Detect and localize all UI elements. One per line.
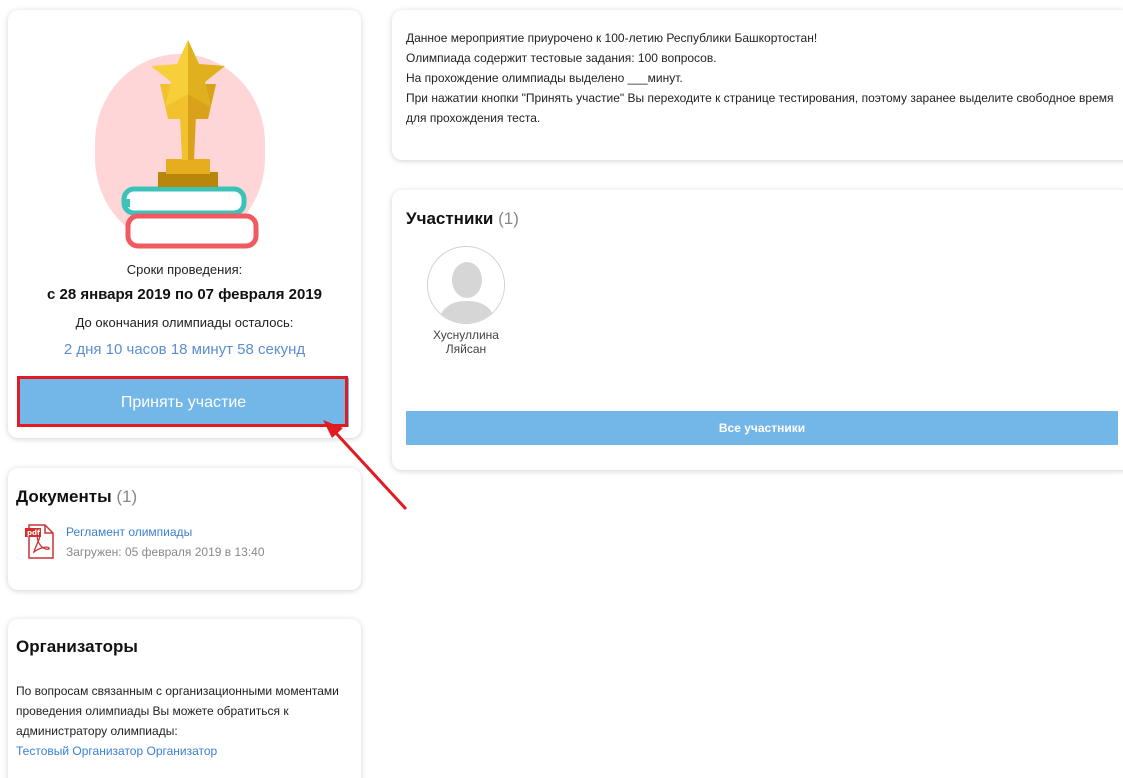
info-line: На прохождение олимпиады выделено ___мин… — [406, 71, 683, 85]
participants-count: (1) — [498, 209, 519, 228]
trophy-icon — [121, 40, 259, 249]
documents-title: Документы (1) — [16, 487, 137, 507]
user-placeholder-icon — [428, 247, 504, 323]
organizers-text: По вопросам связанным с организационными… — [16, 681, 346, 761]
organizer-link[interactable]: Тестовый Организатор Организатор — [16, 744, 217, 758]
document-link[interactable]: Регламент олимпиады — [66, 525, 192, 539]
pdf-icon: pdf — [25, 524, 54, 559]
join-button[interactable]: Принять участие — [18, 378, 349, 427]
info-line: Данное мероприятие приурочено к 100-лети… — [406, 31, 818, 45]
dates-value: с 28 января 2019 по 07 февраля 2019 — [46, 286, 323, 303]
dates-label: Сроки проведения: — [126, 262, 243, 277]
organizers-title: Организаторы — [16, 637, 138, 656]
info-line: При нажатии кнопки "Принять участие" Вы … — [406, 91, 1114, 125]
documents-title-text: Документы — [16, 487, 112, 506]
participants-title-text: Участники — [406, 209, 494, 228]
participant-given-name: Ляйсан — [445, 342, 487, 356]
participant-surname: Хуснуллина — [433, 328, 499, 342]
countdown-timer: 2 дня 10 часов 18 минут 58 секунд — [63, 341, 306, 358]
documents-count: (1) — [116, 487, 138, 506]
remaining-label: До окончания олимпиады осталось: — [75, 315, 294, 330]
avatar[interactable] — [427, 246, 505, 324]
documents-card: Документы (1) pdf Регламент олимпиады За… — [8, 468, 361, 590]
info-text: Данное мероприятие приурочено к 100-лети… — [406, 28, 1118, 128]
organizers-card: Организаторы По вопросам связанным с орг… — [8, 619, 361, 778]
participant-name[interactable]: Хуснуллина Ляйсан — [416, 328, 516, 356]
olympiad-card: Сроки проведения: с 28 января 2019 по 07… — [8, 10, 361, 438]
info-line: Олимпиада содержит тестовые задания: 100… — [406, 51, 717, 65]
participants-title: Участники (1) — [406, 209, 519, 229]
document-upload-date: Загружен: 05 февраля 2019 в 13:40 — [66, 545, 265, 559]
all-participants-button[interactable]: Все участники — [406, 411, 1118, 445]
organizers-description: По вопросам связанным с организационными… — [16, 684, 339, 738]
info-card: Данное мероприятие приурочено к 100-лети… — [392, 10, 1123, 160]
participants-card: Участники (1) Хуснуллина Ляйсан Все учас… — [392, 190, 1123, 470]
